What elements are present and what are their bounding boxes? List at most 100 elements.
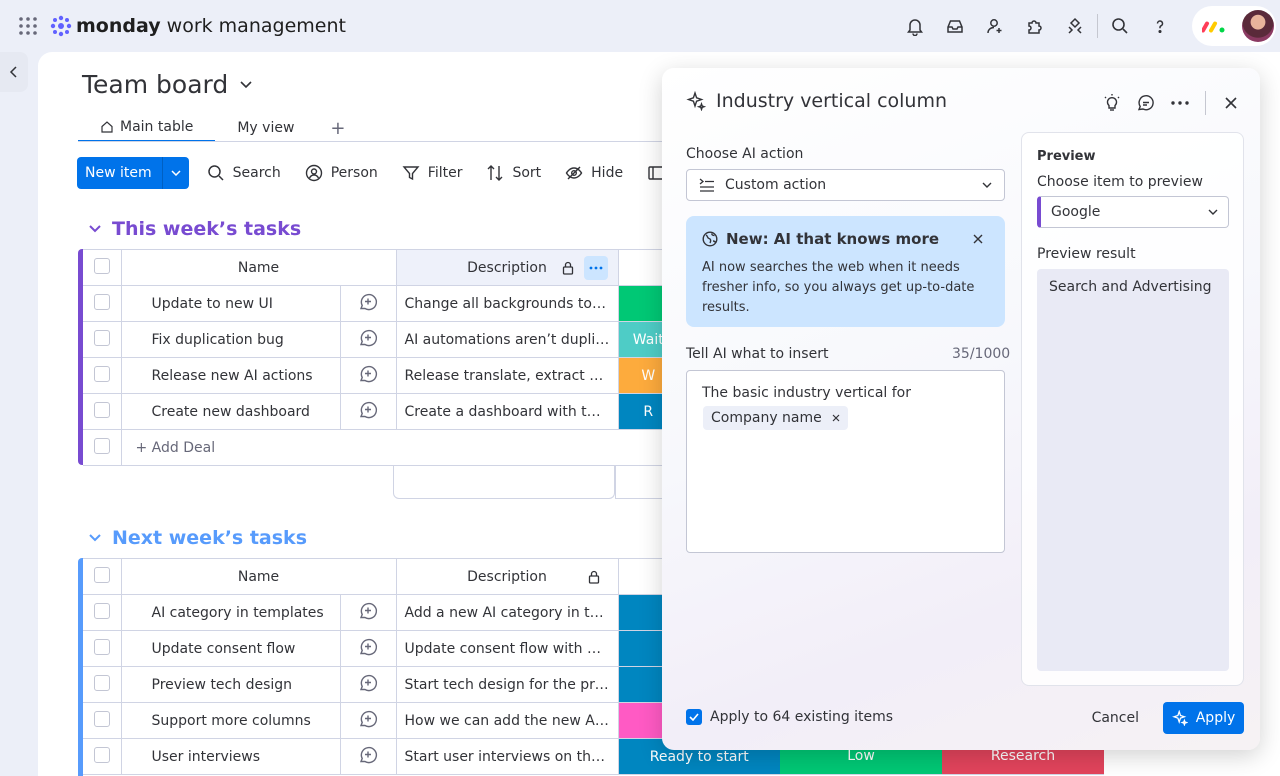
new-item-label[interactable]: New item <box>77 157 163 189</box>
item-name[interactable]: Release new AI actions <box>121 357 341 394</box>
table-row[interactable]: Update to new UI Change all backgrounds t… <box>83 285 678 322</box>
item-updates[interactable] <box>340 630 397 667</box>
column-chip[interactable]: Company name <box>703 406 848 430</box>
checkbox[interactable] <box>686 709 702 725</box>
item-description[interactable]: Add a new AI category in the t... <box>396 594 619 631</box>
chip-remove-icon[interactable] <box>832 414 840 422</box>
item-description[interactable]: How we can add the new AI a... <box>396 702 619 739</box>
prompt-textarea[interactable]: The basic industry vertical for Company … <box>686 370 1005 553</box>
tab-main-table[interactable]: Main table <box>78 114 216 142</box>
item-description[interactable]: Start user interviews on the n... <box>396 738 619 775</box>
new-item-dropdown[interactable] <box>163 170 189 176</box>
group-title[interactable]: Next week’s tasks <box>112 527 307 549</box>
item-name[interactable]: User interviews <box>121 738 341 775</box>
row-checkbox[interactable] <box>93 365 110 382</box>
preview-item-select[interactable]: Google <box>1037 196 1229 228</box>
item-name[interactable]: Support more columns <box>121 702 341 739</box>
ai-action-select[interactable]: Custom action <box>686 169 1005 201</box>
chevron-down-icon[interactable] <box>88 533 102 543</box>
item-updates[interactable] <box>340 393 397 430</box>
chevron-down-icon[interactable] <box>88 224 102 234</box>
row-checkbox[interactable] <box>93 329 110 346</box>
row-checkbox[interactable] <box>93 638 110 655</box>
more-options-icon[interactable] <box>1165 88 1195 118</box>
item-name[interactable]: Preview tech design <box>121 666 341 703</box>
sort-tool[interactable]: Sort <box>474 157 553 189</box>
new-item-button[interactable]: New item <box>77 157 189 189</box>
add-update-icon[interactable] <box>358 292 378 312</box>
row-checkbox[interactable] <box>93 293 110 310</box>
add-update-icon[interactable] <box>358 709 378 729</box>
add-update-icon[interactable] <box>358 745 378 765</box>
row-checkbox[interactable] <box>93 401 110 418</box>
add-item-input[interactable]: + Add Deal <box>121 429 678 466</box>
add-update-icon[interactable] <box>358 673 378 693</box>
integrations-icon[interactable] <box>1055 6 1095 46</box>
add-update-icon[interactable] <box>358 637 378 657</box>
add-update-icon[interactable] <box>358 364 378 384</box>
item-description[interactable]: AI automations aren’t duplicati... <box>396 321 619 358</box>
item-name[interactable]: AI category in templates <box>121 594 341 631</box>
item-description[interactable]: Create a dashboard with the n... <box>396 393 619 430</box>
add-update-icon[interactable] <box>358 400 378 420</box>
group-title[interactable]: This week’s tasks <box>112 218 301 240</box>
tab-my-view[interactable]: My view <box>215 114 316 142</box>
board-title[interactable]: Team board <box>82 70 252 99</box>
close-icon[interactable] <box>1216 88 1246 118</box>
row-checkbox[interactable] <box>93 710 110 727</box>
table-row[interactable]: Fix duplication bug AI automations aren’t… <box>83 321 678 358</box>
table-row[interactable]: Release new AI actions Release translate,… <box>83 357 678 394</box>
apply-button[interactable]: Apply <box>1163 702 1244 734</box>
item-description[interactable]: Update consent flow with ne... <box>396 630 619 667</box>
filter-tool[interactable]: Filter <box>390 157 475 189</box>
item-updates[interactable] <box>340 594 397 631</box>
lightbulb-icon[interactable] <box>1097 88 1127 118</box>
item-updates[interactable] <box>340 357 397 394</box>
item-name[interactable]: Update consent flow <box>121 630 341 667</box>
add-update-icon[interactable] <box>358 601 378 621</box>
item-updates[interactable] <box>340 321 397 358</box>
item-updates[interactable] <box>340 666 397 703</box>
column-header-description[interactable]: Description <box>396 249 619 286</box>
row-checkbox[interactable] <box>93 257 110 274</box>
group-header[interactable]: This week’s tasks <box>88 218 301 240</box>
row-checkbox[interactable] <box>93 746 110 763</box>
item-updates[interactable] <box>340 738 397 775</box>
person-tool[interactable]: Person <box>293 157 390 189</box>
apply-existing-checkbox[interactable]: Apply to 64 existing items <box>686 709 893 725</box>
search-icon[interactable] <box>1100 6 1140 46</box>
column-header-name[interactable]: Name <box>121 249 397 286</box>
group-header[interactable]: Next week’s tasks <box>88 527 307 549</box>
puzzle-icon[interactable] <box>1015 6 1055 46</box>
bell-icon[interactable] <box>895 6 935 46</box>
account-menu[interactable] <box>1192 6 1276 46</box>
column-header-name[interactable]: Name <box>121 558 397 595</box>
row-checkbox[interactable] <box>93 674 110 691</box>
item-updates[interactable] <box>340 285 397 322</box>
apps-grid-icon[interactable] <box>18 16 38 36</box>
avatar[interactable] <box>1242 10 1274 42</box>
item-name[interactable]: Update to new UI <box>121 285 341 322</box>
column-menu-button[interactable] <box>583 256 608 280</box>
row-checkbox[interactable] <box>93 602 110 619</box>
table-row[interactable]: Create new dashboard Create a dashboard w… <box>83 393 678 430</box>
add-update-icon[interactable] <box>358 328 378 348</box>
search-tool[interactable]: Search <box>195 157 293 189</box>
chevron-down-icon[interactable] <box>240 80 252 89</box>
inbox-icon[interactable] <box>935 6 975 46</box>
item-description[interactable]: Release translate, extract acti... <box>396 357 619 394</box>
hide-tool[interactable]: Hide <box>553 157 635 189</box>
column-header-description[interactable]: Description <box>396 558 619 595</box>
add-view-button[interactable]: + <box>316 114 359 142</box>
cancel-button[interactable]: Cancel <box>1084 702 1147 734</box>
invite-user-icon[interactable] <box>975 6 1015 46</box>
item-updates[interactable] <box>340 702 397 739</box>
row-checkbox[interactable] <box>93 437 110 454</box>
row-checkbox[interactable] <box>93 566 110 583</box>
item-description[interactable]: Change all backgrounds to gla... <box>396 285 619 322</box>
item-name[interactable]: Create new dashboard <box>121 393 341 430</box>
add-item-row[interactable]: + Add Deal <box>83 429 678 466</box>
app-logo[interactable]: monday work management <box>50 13 346 39</box>
help-icon[interactable] <box>1140 6 1180 46</box>
chat-icon[interactable] <box>1131 88 1161 118</box>
